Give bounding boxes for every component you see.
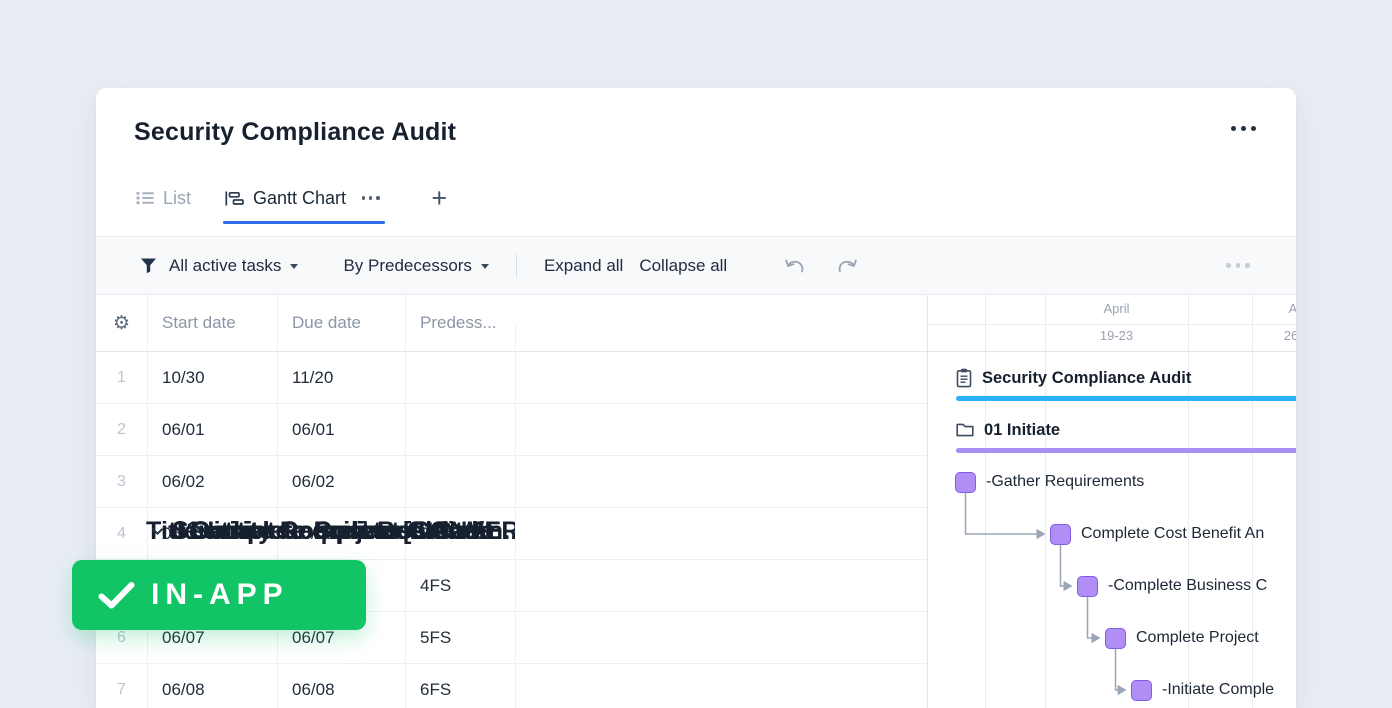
gantt-row: 01 Initiate bbox=[928, 404, 1296, 456]
add-view-button[interactable]: + bbox=[431, 185, 447, 212]
gantt-view: Title Start date Due date Predess... 1 S… bbox=[96, 295, 1296, 708]
timeline-month-label: A bbox=[1252, 301, 1296, 316]
active-tasks-filter[interactable]: All active tasks bbox=[169, 256, 298, 276]
task-bar[interactable] bbox=[1131, 680, 1152, 701]
gantt-item-label: 01 Initiate bbox=[984, 421, 1060, 440]
project-summary-bar[interactable] bbox=[956, 396, 1296, 401]
group-by-dropdown[interactable]: By Predecessors bbox=[343, 256, 489, 276]
page-title: Security Compliance Audit bbox=[134, 118, 456, 147]
active-tasks-filter-label: All active tasks bbox=[169, 256, 281, 276]
project-icon bbox=[956, 368, 972, 388]
gantt-item-label: Security Compliance Audit bbox=[982, 369, 1191, 388]
timeline-week-label: 19-23 bbox=[1045, 328, 1188, 343]
gantt-row: Complete Project bbox=[928, 612, 1296, 664]
view-tabs: List Gantt Chart + bbox=[136, 172, 447, 224]
badge-label: IN-APP bbox=[151, 578, 289, 612]
gantt-item-label: -Gather Requirements bbox=[986, 473, 1144, 491]
gantt-chart-icon bbox=[225, 191, 244, 206]
task-bar[interactable] bbox=[955, 472, 976, 493]
page-background: Security Compliance Audit List Gantt Cha… bbox=[0, 0, 1392, 708]
gantt-row: Complete Cost Benefit An bbox=[928, 508, 1296, 560]
gantt-item-label: Complete Project bbox=[1136, 629, 1259, 647]
folder-icon bbox=[956, 423, 974, 437]
task-table: Title Start date Due date Predess... 1 S… bbox=[96, 295, 928, 708]
task-title: Initiate Complete [CONVER... bbox=[191, 517, 516, 546]
expand-all-button[interactable]: Expand all bbox=[544, 256, 623, 276]
phase-summary-bar[interactable] bbox=[956, 448, 1296, 453]
tab-gantt-chart[interactable]: Gantt Chart bbox=[225, 172, 381, 224]
table-row[interactable]: 7 Initiate Complete [CONVER... 06/08 06/… bbox=[96, 664, 927, 708]
in-app-badge: IN-APP bbox=[72, 560, 366, 630]
task-bar[interactable] bbox=[1077, 576, 1098, 597]
list-icon bbox=[136, 191, 154, 205]
toolbar-more-icon[interactable] bbox=[1224, 263, 1253, 268]
checkmark-icon bbox=[98, 581, 135, 610]
gantt-toolbar: All active tasks By Predecessors Expand … bbox=[96, 236, 1296, 295]
tab-options-icon[interactable] bbox=[360, 196, 381, 200]
tab-gantt-label: Gantt Chart bbox=[253, 188, 346, 209]
gantt-item-label: -Initiate Comple bbox=[1162, 681, 1274, 699]
filter-icon[interactable] bbox=[140, 257, 157, 274]
gantt-row: -Complete Business C bbox=[928, 560, 1296, 612]
chevron-down-icon bbox=[290, 264, 298, 269]
tab-list-label: List bbox=[163, 188, 191, 209]
tab-list[interactable]: List bbox=[136, 172, 191, 224]
task-bar[interactable] bbox=[1050, 524, 1071, 545]
gantt-row: -Gather Requirements bbox=[928, 456, 1296, 508]
gantt-row: Security Compliance Audit bbox=[928, 352, 1296, 404]
chevron-down-icon bbox=[481, 264, 489, 269]
table-settings-icon[interactable] bbox=[113, 314, 130, 333]
collapse-all-button[interactable]: Collapse all bbox=[639, 256, 727, 276]
group-by-dropdown-label: By Predecessors bbox=[343, 256, 472, 276]
gantt-pane: April 19-23 A 26 bbox=[928, 295, 1296, 708]
timeline-header: April 19-23 A 26 bbox=[928, 295, 1296, 352]
gantt-item-label: Complete Cost Benefit An bbox=[1081, 525, 1264, 543]
timeline-week-label: 26 bbox=[1252, 328, 1296, 343]
undo-icon[interactable] bbox=[783, 256, 806, 276]
timeline-month-label: April bbox=[1045, 301, 1188, 316]
task-bar[interactable] bbox=[1105, 628, 1126, 649]
gantt-row: -Initiate Comple bbox=[928, 664, 1296, 708]
redo-icon[interactable] bbox=[836, 256, 859, 276]
toolbar-divider bbox=[516, 254, 517, 278]
gantt-body: Security Compliance Audit 01 Initiate -G… bbox=[928, 352, 1296, 708]
window-menu-icon[interactable] bbox=[1228, 126, 1258, 131]
gantt-item-label: -Complete Business C bbox=[1108, 577, 1267, 595]
